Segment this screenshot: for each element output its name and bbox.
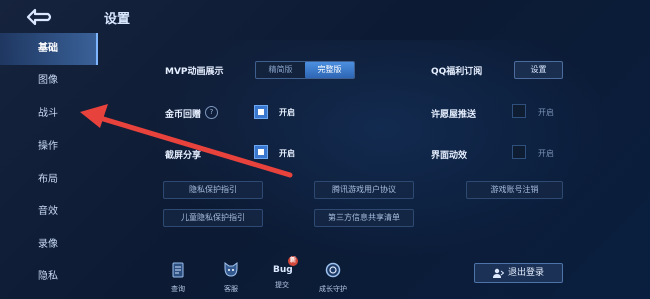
gold-share-label: 金币回赠: [165, 110, 202, 120]
service-cat-icon: [224, 262, 238, 277]
ui-anim-label: 界面动效: [431, 151, 468, 161]
third-party-link[interactable]: 第三方信息共享清单: [314, 209, 414, 227]
sidebar-item-replay[interactable]: 录像: [0, 229, 96, 261]
mvp-option-simple[interactable]: 精简版: [256, 62, 305, 78]
growth-guard-button[interactable]: 成长守护: [314, 262, 352, 294]
ui-anim-state: 开启: [538, 149, 554, 158]
wish-push-state: 开启: [538, 108, 554, 117]
qq-welfare-settings-button[interactable]: 设置: [514, 61, 563, 79]
customer-service-button[interactable]: 客服: [214, 262, 248, 294]
sidebar-item-sound[interactable]: 音效: [0, 196, 96, 228]
shield-ring-icon: [325, 262, 341, 278]
sidebar-item-graphics[interactable]: 图像: [0, 65, 96, 97]
gold-share-state: 开启: [279, 108, 295, 117]
sidebar-item-combat[interactable]: 战斗: [0, 98, 96, 130]
back-icon[interactable]: [22, 6, 54, 28]
sidebar-item-privacy[interactable]: 隐私: [0, 261, 96, 293]
service-label: 客服: [224, 285, 238, 293]
account-cancel-link[interactable]: 游戏账号注销: [466, 181, 563, 199]
mvp-option-full[interactable]: 完整版: [305, 62, 354, 78]
sidebar: 基础 图像 战斗 操作 布局 音效 录像 隐私: [0, 33, 98, 299]
ui-anim-checkbox[interactable]: [512, 145, 526, 159]
screenshot-share-label: 截屏分享: [165, 151, 202, 161]
gold-share-checkbox[interactable]: [254, 105, 268, 119]
wish-push-label: 许愿屋推送: [431, 110, 477, 120]
bug-report-button[interactable]: Bug 新 提交: [265, 256, 299, 290]
sidebar-item-basic[interactable]: 基础: [0, 33, 98, 65]
document-icon: [172, 262, 184, 278]
sidebar-item-controls[interactable]: 操作: [0, 131, 96, 163]
page-title: 设置: [104, 12, 131, 27]
help-icon[interactable]: ?: [205, 106, 218, 119]
logout-button[interactable]: 退出登录: [474, 263, 563, 283]
query-button[interactable]: 查询: [161, 262, 195, 294]
query-label: 查询: [171, 285, 185, 293]
sidebar-item-layout[interactable]: 布局: [0, 164, 96, 196]
wish-push-checkbox[interactable]: [512, 104, 526, 118]
mvp-segmented-control: 精简版 完整版: [255, 61, 355, 79]
child-privacy-link[interactable]: 儿童隐私保护指引: [163, 209, 263, 227]
mvp-label: MVP动画展示: [165, 67, 224, 77]
privacy-guide-link[interactable]: 隐私保护指引: [163, 181, 263, 199]
logout-icon: [493, 268, 504, 278]
logout-label: 退出登录: [508, 268, 545, 278]
user-agreement-link[interactable]: 腾讯游戏用户协议: [314, 181, 414, 199]
bug-icon-text: Bug: [273, 265, 293, 275]
screenshot-share-state: 开启: [279, 149, 295, 158]
bug-label: 提交: [275, 281, 289, 289]
qq-welfare-label: QQ福利订阅: [431, 67, 483, 77]
screenshot-share-checkbox[interactable]: [254, 145, 268, 159]
bug-icon: Bug 新: [273, 256, 298, 278]
new-badge: 新: [288, 256, 298, 266]
growth-label: 成长守护: [319, 285, 347, 293]
